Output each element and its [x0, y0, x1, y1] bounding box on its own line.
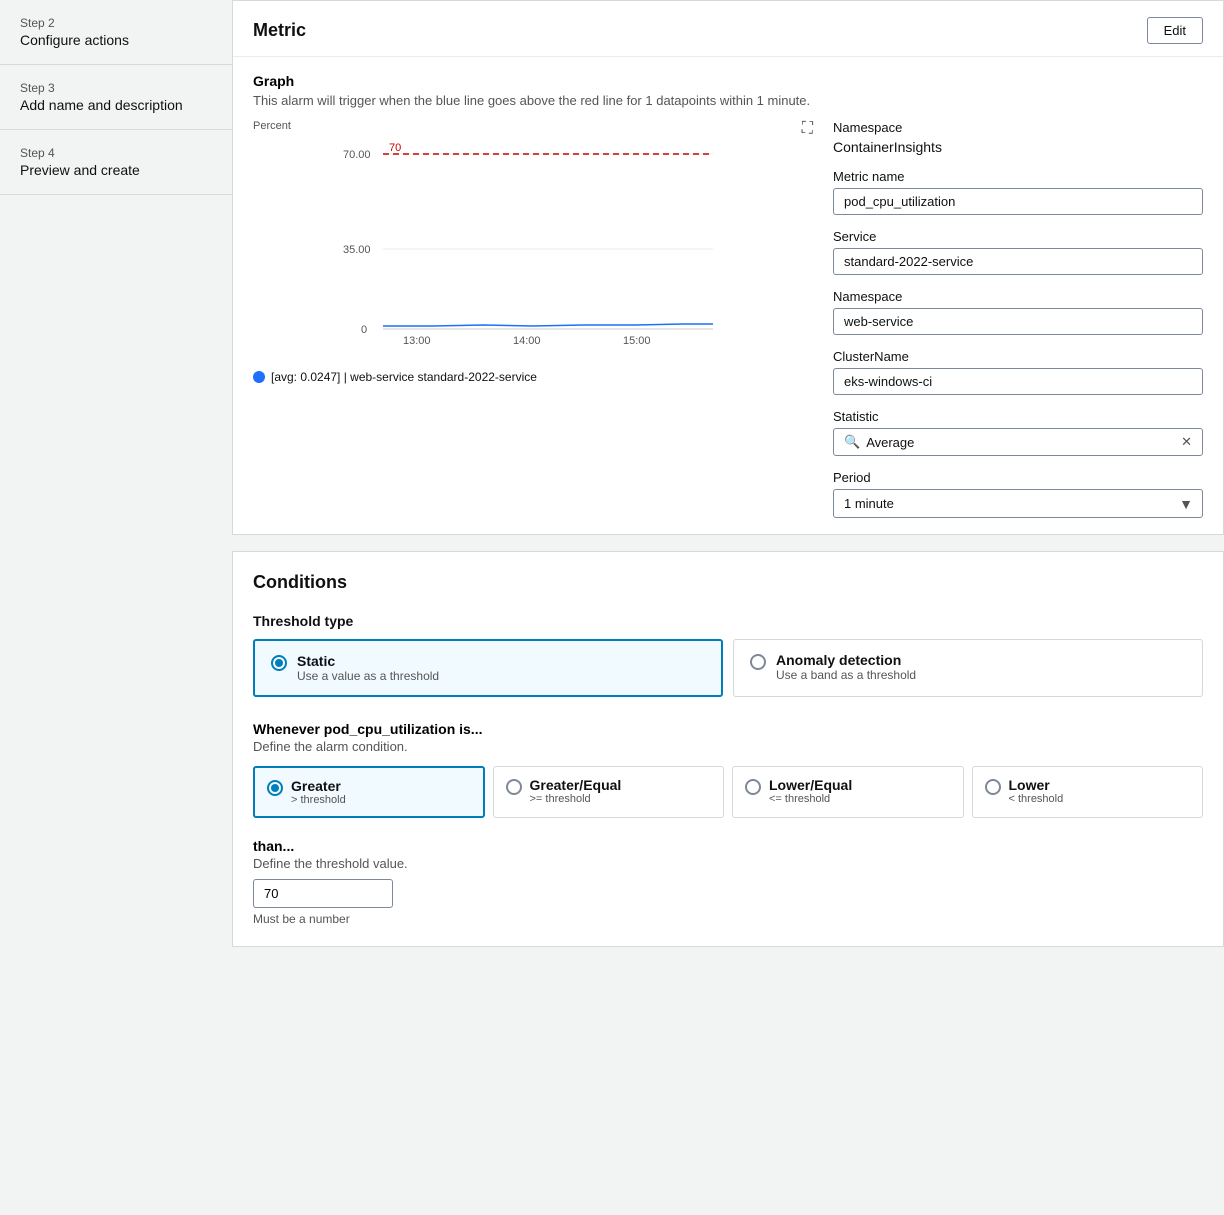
svg-text:14:00: 14:00 [513, 335, 541, 347]
comparison-greater[interactable]: Greater > threshold [253, 766, 485, 818]
lower-equal-title: Lower/Equal [769, 777, 852, 793]
graph-area: ⛶ Percent 70.00 35.00 0 [253, 120, 813, 518]
lower-title: Lower [1009, 777, 1064, 793]
period-group: Period 1 minute 5 minutes 15 minutes 1 h… [833, 470, 1203, 518]
service-input[interactable] [833, 248, 1203, 275]
cluster-label: ClusterName [833, 349, 1203, 364]
metric-card-header: Metric Edit [233, 1, 1223, 57]
y-axis-label: Percent [253, 120, 813, 132]
service-group: Service [833, 229, 1203, 275]
metric-name-group: Metric name [833, 169, 1203, 215]
svg-text:70: 70 [389, 142, 401, 154]
greater-equal-desc: >= threshold [530, 793, 622, 805]
namespace2-group: Namespace [833, 289, 1203, 335]
whenever-section: Whenever pod_cpu_utilization is... Defin… [253, 721, 1203, 818]
statistic-input[interactable] [866, 435, 1181, 450]
whenever-title: Whenever pod_cpu_utilization is... [253, 721, 1203, 737]
graph-description: This alarm will trigger when the blue li… [253, 93, 1203, 108]
radio-lower [985, 779, 1001, 795]
radio-anomaly [750, 654, 766, 670]
form-fields: Namespace ContainerInsights Metric name … [833, 120, 1203, 518]
comparison-lower[interactable]: Lower < threshold [972, 766, 1204, 818]
than-title: than... [253, 838, 1203, 854]
greater-title: Greater [291, 778, 346, 794]
threshold-option-static[interactable]: Static Use a value as a threshold [253, 639, 723, 697]
svg-text:0: 0 [361, 324, 367, 336]
metric-card-title: Metric [253, 20, 306, 41]
sidebar: Step 2 Configure actions Step 3 Add name… [0, 0, 232, 1215]
svg-text:13:00: 13:00 [403, 335, 431, 347]
svg-text:35.00: 35.00 [343, 244, 371, 256]
period-select-wrapper: 1 minute 5 minutes 15 minutes 1 hour 6 h… [833, 489, 1203, 518]
static-option-desc: Use a value as a threshold [297, 669, 439, 683]
period-label: Period [833, 470, 1203, 485]
legend-text: [avg: 0.0247] | web-service standard-202… [271, 370, 537, 384]
conditions-title: Conditions [253, 572, 1203, 593]
sidebar-step-name[interactable]: Step 3 Add name and description [0, 65, 232, 130]
than-hint: Must be a number [253, 912, 1203, 926]
than-section: than... Define the threshold value. Must… [253, 838, 1203, 926]
greater-equal-title: Greater/Equal [530, 777, 622, 793]
graph-container: ⛶ Percent 70.00 35.00 0 [253, 120, 1203, 518]
metric-name-input[interactable] [833, 188, 1203, 215]
graph-legend: [avg: 0.0247] | web-service standard-202… [253, 370, 813, 384]
radio-greater-equal [506, 779, 522, 795]
lower-desc: < threshold [1009, 793, 1064, 805]
cluster-input[interactable] [833, 368, 1203, 395]
greater-desc: > threshold [291, 794, 346, 806]
sidebar-step-preview[interactable]: Step 4 Preview and create [0, 130, 232, 195]
period-select[interactable]: 1 minute 5 minutes 15 minutes 1 hour 6 h… [833, 489, 1203, 518]
namespace2-input[interactable] [833, 308, 1203, 335]
statistic-group: Statistic 🔍 ✕ [833, 409, 1203, 456]
clear-icon[interactable]: ✕ [1181, 434, 1192, 450]
graph-label: Graph [253, 73, 1203, 89]
than-subtitle: Define the threshold value. [253, 856, 1203, 871]
namespace-value: ContainerInsights [833, 139, 1203, 155]
conditions-section: Conditions Threshold type Static Use a v… [233, 552, 1223, 946]
anomaly-option-desc: Use a band as a threshold [776, 668, 916, 682]
metric-name-label: Metric name [833, 169, 1203, 184]
metric-edit-button[interactable]: Edit [1147, 17, 1203, 44]
static-option-title: Static [297, 653, 439, 669]
comparison-lower-equal[interactable]: Lower/Equal <= threshold [732, 766, 964, 818]
cluster-group: ClusterName [833, 349, 1203, 395]
comparison-grid: Greater > threshold Greater/Equal >= thr… [253, 766, 1203, 818]
comparison-greater-equal[interactable]: Greater/Equal >= threshold [493, 766, 725, 818]
lower-equal-desc: <= threshold [769, 793, 852, 805]
service-label: Service [833, 229, 1203, 244]
statistic-label: Statistic [833, 409, 1203, 424]
graph-section: Graph This alarm will trigger when the b… [233, 57, 1223, 534]
sidebar-step-2-label: Configure actions [20, 32, 212, 48]
chart-wrapper: 70.00 35.00 0 70 13:00 14:00 [253, 134, 813, 364]
sidebar-step-configure[interactable]: Step 2 Configure actions [0, 0, 232, 65]
sidebar-step-4-label: Preview and create [20, 162, 212, 178]
statistic-input-wrapper[interactable]: 🔍 ✕ [833, 428, 1203, 456]
metric-card: Metric Edit Graph This alarm will trigge… [232, 0, 1224, 535]
radio-lower-equal [745, 779, 761, 795]
sidebar-step-4-num: Step 4 [20, 146, 212, 160]
radio-greater [267, 780, 283, 796]
threshold-type-label: Threshold type [253, 613, 1203, 629]
svg-text:70.00: 70.00 [343, 149, 371, 161]
sidebar-step-3-num: Step 3 [20, 81, 212, 95]
namespace-group: Namespace ContainerInsights [833, 120, 1203, 155]
namespace2-label: Namespace [833, 289, 1203, 304]
than-input[interactable] [253, 879, 393, 908]
legend-dot [253, 371, 265, 383]
anomaly-option-title: Anomaly detection [776, 652, 916, 668]
conditions-card: Conditions Threshold type Static Use a v… [232, 551, 1224, 947]
threshold-option-anomaly[interactable]: Anomaly detection Use a band as a thresh… [733, 639, 1203, 697]
threshold-type-grid: Static Use a value as a threshold Anomal… [253, 639, 1203, 697]
chart-svg: 70.00 35.00 0 70 13:00 14:00 [253, 134, 813, 364]
search-icon: 🔍 [844, 434, 860, 450]
main-content: Metric Edit Graph This alarm will trigge… [232, 0, 1224, 1215]
radio-static [271, 655, 287, 671]
namespace-label: Namespace [833, 120, 1203, 135]
sidebar-step-3-label: Add name and description [20, 97, 212, 113]
sidebar-step-2-num: Step 2 [20, 16, 212, 30]
whenever-subtitle: Define the alarm condition. [253, 739, 1203, 754]
svg-text:15:00: 15:00 [623, 335, 651, 347]
